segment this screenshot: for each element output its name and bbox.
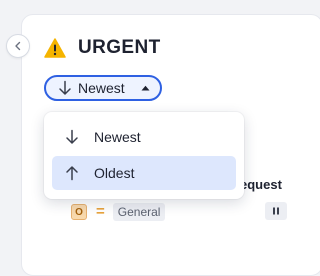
collapse-button[interactable] [6,34,30,58]
priority-badge: O [71,204,87,220]
section-title: URGENT [78,37,161,58]
task-meta-row: O = General [71,203,166,221]
sort-option-newest[interactable]: Newest [52,120,236,154]
sort-option-label: Newest [94,129,141,145]
sort-button-label: Newest [78,80,125,96]
sort-option-label: Oldest [94,165,135,181]
sort-dropdown-button[interactable]: Newest [44,75,162,101]
medium-priority-icon: = [96,203,105,220]
sort-menu: Newest Oldest [44,112,244,199]
arrow-down-icon [59,80,71,95]
pause-icon [273,207,279,215]
sort-option-oldest[interactable]: Oldest [52,156,236,190]
arrow-up-icon [66,166,78,181]
task-title[interactable]: equest [240,177,282,192]
caret-up-icon [141,85,150,91]
arrow-down-icon [66,129,78,144]
section-header: URGENT [44,37,161,59]
warning-icon [44,38,66,58]
category-tag: General [112,203,166,221]
status-chip[interactable] [265,202,287,220]
chevron-left-icon [15,41,21,51]
